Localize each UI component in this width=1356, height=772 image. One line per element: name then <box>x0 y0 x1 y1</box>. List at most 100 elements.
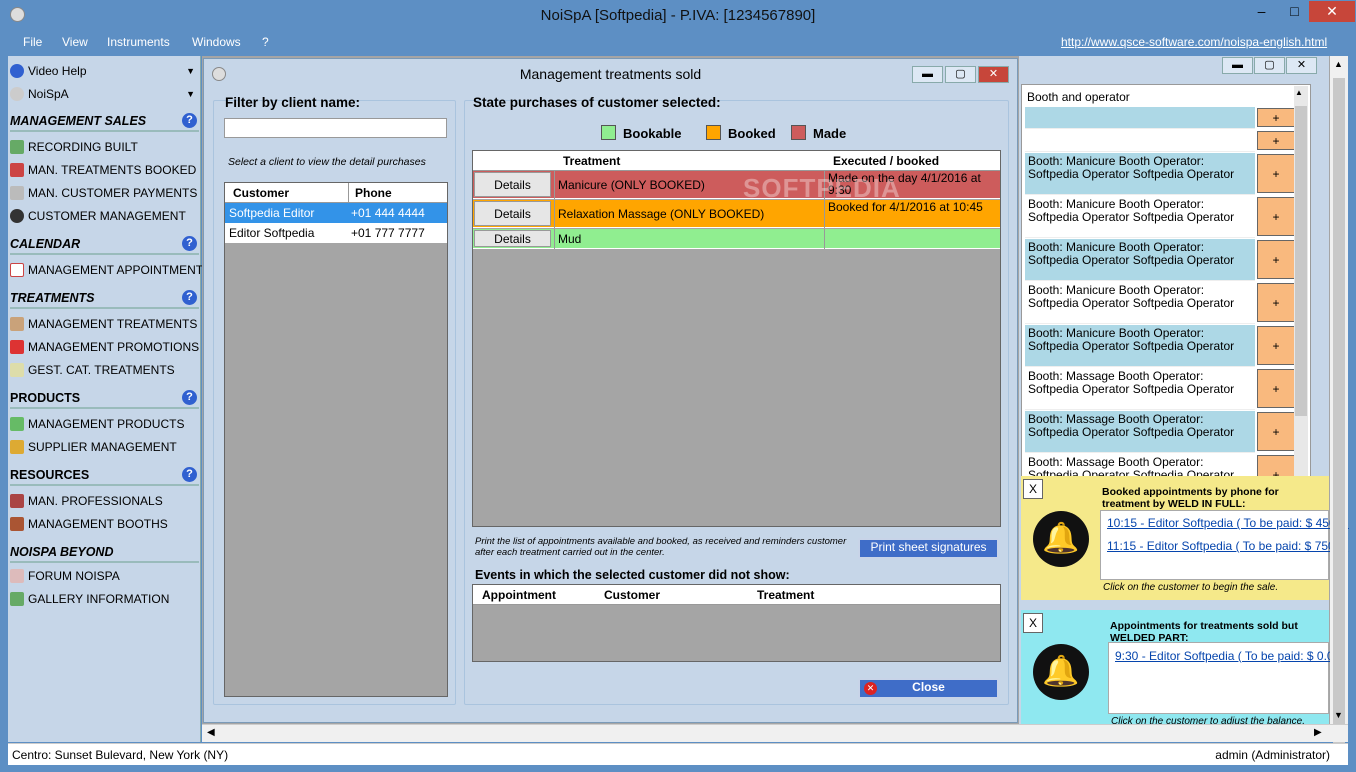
column-header-phone[interactable]: Phone <box>355 186 392 200</box>
appointment-link[interactable]: 11:15 - Editor Softpedia ( To be paid: $… <box>1107 539 1348 553</box>
sidebar-item-label: MANAGEMENT PRODUCTS <box>28 417 185 431</box>
sidebar-item-gallery[interactable]: GALLERY INFORMATION <box>10 589 199 609</box>
sidebar-item-noispa[interactable]: NoiSpA ▼ <box>10 84 199 104</box>
booth-scrollbar[interactable]: ▲ <box>1294 86 1308 476</box>
purchase-row[interactable]: Details Relaxation Massage (ONLY BOOKED) B… <box>473 200 1000 228</box>
booth-minimize-button[interactable]: ▬ <box>1222 57 1253 74</box>
sidebar-item-customer-payments[interactable]: MAN. CUSTOMER PAYMENTS <box>10 183 199 203</box>
section-title: TREATMENTS <box>10 291 95 305</box>
sidebar-item-label: MAN. CUSTOMER PAYMENTS <box>28 186 198 200</box>
scroll-left-icon[interactable]: ◀ <box>207 727 215 738</box>
maximize-button[interactable]: □ <box>1278 1 1311 22</box>
sidebar-item-management-appointments[interactable]: MANAGEMENT APPOINTMENTS <box>10 260 211 280</box>
sidebar-item-recording-built[interactable]: RECORDING BUILT <box>10 137 199 157</box>
dialog-minimize-button[interactable]: ▬ <box>912 66 943 83</box>
purchase-row[interactable]: Details Mud <box>473 229 1000 249</box>
sidebar-item-management-promotions[interactable]: MANAGEMENT PROMOTIONS <box>10 337 199 357</box>
column-header-treatment[interactable]: Treatment <box>563 154 620 168</box>
scroll-right-icon[interactable]: ▶ <box>1314 727 1322 738</box>
sidebar-item-treatments-booked[interactable]: MAN. TREATMENTS BOOKED <box>10 160 199 180</box>
sidebar-item-label: Video Help <box>28 64 87 78</box>
booth-close-button[interactable]: ✕ <box>1286 57 1317 74</box>
help-icon[interactable]: ? <box>182 467 197 482</box>
add-booking-button[interactable]: + <box>1257 240 1295 279</box>
sidebar-item-customer-management[interactable]: CUSTOMER MANAGEMENT <box>10 206 199 226</box>
sidebar-item-label: SUPPLIER MANAGEMENT <box>28 440 177 454</box>
scroll-up-icon[interactable]: ▲ <box>1334 59 1343 69</box>
scroll-down-icon[interactable]: ▼ <box>1334 710 1343 720</box>
sidebar-item-video-help[interactable]: Video Help ▼ <box>10 61 199 81</box>
table-row[interactable]: Softpedia Editor +01 444 4444 <box>225 203 447 223</box>
close-icon: ✕ <box>864 682 877 695</box>
appointment-link[interactable]: 10:15 - Editor Softpedia ( To be paid: $… <box>1107 516 1349 530</box>
sidebar-item-management-booths[interactable]: MANAGEMENT BOOTHS <box>10 514 199 534</box>
add-booking-button[interactable]: + <box>1257 326 1295 365</box>
scroll-thumb[interactable] <box>1333 78 1345 758</box>
details-button[interactable]: Details <box>474 201 551 226</box>
booth-row[interactable]: Booth: Manicure Booth Operator: Softpedi… <box>1025 153 1255 195</box>
book-icon <box>10 163 24 177</box>
booth-row[interactable] <box>1025 107 1255 129</box>
scroll-thumb[interactable] <box>1295 106 1307 416</box>
purchase-row[interactable]: Details Manicure (ONLY BOOKED) Made on the… <box>473 171 1000 199</box>
add-booking-button[interactable]: + <box>1257 283 1295 322</box>
booth-row[interactable]: Booth: Massage Booth Operator: Softpedia… <box>1025 411 1255 453</box>
add-booking-button[interactable]: + <box>1257 197 1295 236</box>
dialog-close-button[interactable]: ✕ <box>978 66 1009 83</box>
help-icon <box>10 64 24 78</box>
add-booking-button[interactable]: + <box>1257 108 1295 127</box>
help-icon[interactable]: ? <box>182 290 197 305</box>
menu-windows[interactable]: Windows <box>192 35 241 49</box>
minimize-button[interactable]: – <box>1245 1 1278 22</box>
details-button[interactable]: Details <box>474 230 551 247</box>
client-name: Softpedia Editor <box>229 206 315 220</box>
sidebar-item-label: MAN. PROFESSIONALS <box>28 494 163 508</box>
appointment-link[interactable]: 9:30 - Editor Softpedia ( To be paid: $ … <box>1115 649 1348 663</box>
column-header-appointment[interactable]: Appointment <box>482 588 556 602</box>
add-booking-button[interactable]: + <box>1257 154 1295 193</box>
sidebar-item-management-treatments[interactable]: MANAGEMENT TREATMENTS <box>10 314 199 334</box>
notif1-close-button[interactable]: X <box>1023 479 1043 499</box>
details-button[interactable]: Details <box>474 172 551 197</box>
column-header-customer[interactable]: Customer <box>233 186 289 200</box>
close-dialog-button[interactable]: ✕ Close <box>858 678 999 699</box>
column-header-customer[interactable]: Customer <box>604 588 660 602</box>
scroll-up-icon[interactable]: ▲ <box>1295 88 1303 97</box>
menu-view[interactable]: View <box>62 35 88 49</box>
section-products: PRODUCTS? <box>10 387 199 409</box>
sidebar-item-cat-treatments[interactable]: GEST. CAT. TREATMENTS <box>10 360 199 380</box>
close-button[interactable]: ✕ <box>1309 1 1355 22</box>
booth-row[interactable]: Booth: Manicure Booth Operator: Softpedi… <box>1025 282 1255 324</box>
booth-row[interactable]: Booth: Massage Booth Operator: Softpedia… <box>1025 368 1255 410</box>
website-link[interactable]: http://www.qsce-software.com/noispa-engl… <box>1061 35 1327 49</box>
main-horizontal-scrollbar[interactable]: ◀ ▶ <box>202 724 1348 742</box>
menu-help[interactable]: ? <box>262 35 269 49</box>
booth-maximize-button[interactable]: ▢ <box>1254 57 1285 74</box>
menu-instruments[interactable]: Instruments <box>107 35 170 49</box>
booth-row[interactable] <box>1025 130 1255 152</box>
main-vertical-scrollbar[interactable]: ▲ ▼ <box>1330 56 1348 758</box>
client-name-input[interactable] <box>224 118 447 138</box>
add-booking-button[interactable]: + <box>1257 412 1295 451</box>
sidebar-item-professionals[interactable]: MAN. PROFESSIONALS <box>10 491 199 511</box>
sidebar-item-supplier-management[interactable]: SUPPLIER MANAGEMENT <box>10 437 199 457</box>
sidebar-item-forum[interactable]: FORUM NOISPA <box>10 566 199 586</box>
dialog-maximize-button[interactable]: ▢ <box>945 66 976 83</box>
add-booking-button[interactable]: + <box>1257 131 1295 150</box>
booth-row[interactable]: Booth: Manicure Booth Operator: Softpedi… <box>1025 239 1255 281</box>
dropdown-arrow-icon: ▼ <box>186 89 195 99</box>
add-booking-button[interactable]: + <box>1257 369 1295 408</box>
help-icon[interactable]: ? <box>182 113 197 128</box>
table-row[interactable]: Editor Softpedia +01 777 7777 <box>225 223 447 243</box>
column-header-treatment[interactable]: Treatment <box>757 588 814 602</box>
client-hint: Select a client to view the detail purch… <box>228 156 426 168</box>
sidebar-item-management-products[interactable]: MANAGEMENT PRODUCTS <box>10 414 199 434</box>
print-signatures-button[interactable]: Print sheet signatures <box>858 538 999 559</box>
menu-file[interactable]: File <box>23 35 42 49</box>
help-icon[interactable]: ? <box>182 390 197 405</box>
booth-row[interactable]: Booth: Manicure Booth Operator: Softpedi… <box>1025 325 1255 367</box>
booth-row[interactable]: Booth: Manicure Booth Operator: Softpedi… <box>1025 196 1255 238</box>
help-icon[interactable]: ? <box>182 236 197 251</box>
column-header-executed[interactable]: Executed / booked <box>833 154 939 168</box>
notif2-close-button[interactable]: X <box>1023 613 1043 633</box>
